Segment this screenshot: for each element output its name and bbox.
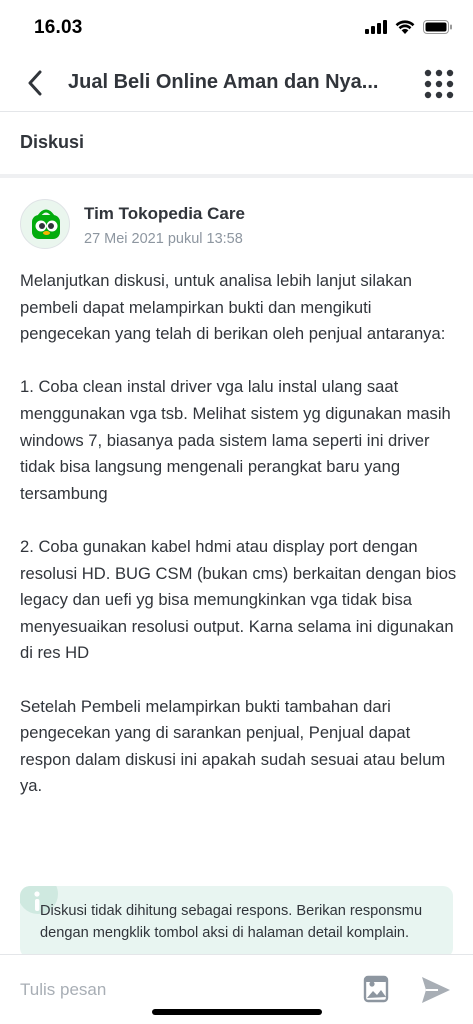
home-indicator	[152, 1009, 322, 1015]
grid-menu-icon	[424, 69, 454, 99]
post-paragraph: Setelah Pembeli melampirkan bukti tambah…	[20, 696, 446, 796]
message-input[interactable]	[20, 977, 330, 1003]
status-icons	[365, 20, 453, 34]
post-author: Tim Tokopedia Care	[84, 204, 245, 223]
info-banner: Diskusi tidak dihitung sebagai respons. …	[20, 886, 453, 958]
section-title: Diskusi	[20, 132, 85, 152]
tokopedia-mascot-icon	[32, 209, 60, 239]
wifi-icon	[395, 20, 415, 34]
page-title: Jual Beli Online Aman dan Nya...	[68, 71, 379, 93]
message-composer	[0, 954, 473, 1024]
battery-icon	[423, 20, 452, 34]
avatar	[20, 199, 70, 249]
post-timestamp: 27 Mei 2021 pukul 13:58	[84, 231, 243, 247]
send-icon	[422, 977, 450, 1003]
status-bar: 16.03	[0, 0, 473, 56]
image-icon	[363, 975, 389, 1003]
status-time: 16.03	[34, 17, 83, 38]
back-button[interactable]	[18, 66, 52, 100]
info-text: Diskusi tidak dihitung sebagai respons. …	[40, 903, 423, 941]
send-button[interactable]	[420, 975, 452, 1005]
post-paragraph: Melanjutkan diskusi, untuk analisa lebih…	[20, 271, 446, 344]
menu-button[interactable]	[423, 68, 455, 100]
top-app-bar: Jual Beli Online Aman dan Nya...	[0, 56, 473, 112]
post-body: Melanjutkan diskusi, untuk analisa lebih…	[20, 268, 460, 826]
section-header: Diskusi	[0, 112, 473, 178]
post-paragraph: 2. Coba gunakan kabel hdmi atau display …	[20, 536, 457, 663]
attach-image-button[interactable]	[362, 975, 390, 1003]
signal-icon	[365, 20, 387, 34]
post-paragraph: 1. Coba clean instal driver vga lalu ins…	[20, 377, 451, 503]
back-arrow-icon	[28, 70, 42, 96]
